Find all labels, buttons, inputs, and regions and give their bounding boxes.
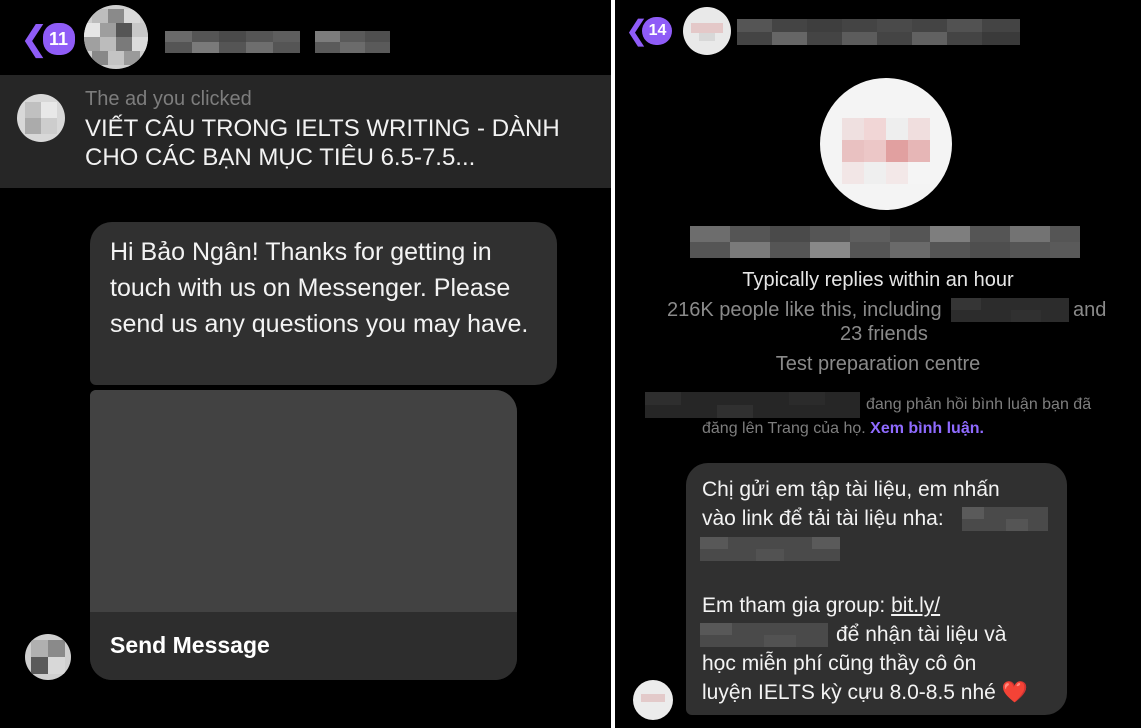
group-link[interactable]: bit.ly/	[891, 594, 940, 617]
likes-text: 216K people like this, including	[667, 299, 942, 321]
contact-avatar[interactable]	[683, 7, 731, 55]
page-message-bubble: Chị gửi em tập tài liệu, em nhấn vào lin…	[686, 463, 1067, 715]
ad-caption: The ad you clicked	[85, 88, 252, 110]
notice-text-2: đăng lên Trang của họ.	[702, 420, 866, 437]
back-button[interactable]: ❮ 11	[20, 22, 75, 56]
download-link-redacted-2[interactable]	[700, 537, 840, 561]
page-category: Test preparation centre	[775, 353, 981, 375]
likes-and: and	[1073, 299, 1107, 321]
unread-count-badge: 14	[642, 17, 673, 45]
comment-notice-text: đang phản hồi bình luận bạn đã	[866, 396, 1092, 413]
message-line-5: để nhận tài liệu và	[836, 623, 1007, 646]
message-line-6: học miễn phí cũng thầy cô ôn	[702, 652, 977, 675]
ad-avatar	[17, 94, 65, 142]
download-link-redacted[interactable]	[962, 507, 1048, 531]
likes-friends: 23 friends	[840, 323, 928, 345]
unread-count-badge: 11	[42, 23, 75, 55]
left-chat-screen: ❮ 11 The ad you clicked VIẾT CÂU TRONG I…	[0, 0, 611, 728]
sender-avatar	[25, 634, 71, 680]
contact-name-redacted	[737, 19, 1020, 45]
contact-name-redacted	[165, 31, 300, 53]
back-button[interactable]: ❮ 14	[625, 17, 673, 45]
contact-avatar[interactable]	[84, 5, 148, 69]
friend-name-redacted	[951, 298, 1069, 322]
message-line-7: luyện IELTS kỳ cựu 8.0-8.5 nhé ❤️	[702, 678, 1028, 707]
page-name-redacted	[690, 226, 1080, 258]
page-sender-avatar	[633, 680, 673, 720]
page-profile-avatar	[820, 78, 952, 210]
message-line-1: Chị gửi em tập tài liệu, em nhấn	[702, 478, 1000, 501]
message-line-7-text: luyện IELTS kỳ cựu 8.0-8.5 nhé	[702, 681, 996, 704]
message-line-2: vào link để tải tài liệu nha:	[702, 507, 944, 530]
contact-name-redacted-2	[315, 31, 390, 53]
send-message-button[interactable]: Send Message	[90, 612, 517, 680]
reply-time: Typically replies within an hour	[742, 269, 1014, 291]
view-comment-link[interactable]: Xem bình luận.	[870, 420, 984, 437]
ad-title: VIẾT CÂU TRONG IELTS WRITING - DÀNH CHO …	[85, 115, 560, 171]
message-line-4: Em tham gia group: bit.ly/	[702, 591, 940, 620]
group-link-redacted[interactable]	[700, 623, 828, 647]
message-card: Send Message	[90, 390, 517, 680]
heart-icon: ❤️	[1001, 681, 1028, 704]
greeting-message-bubble: Hi Bảo Ngân! Thanks for getting in touch…	[90, 222, 557, 385]
responder-name-redacted	[645, 392, 860, 418]
comment-notice-text-2: đăng lên Trang của họ. Xem bình luận.	[702, 420, 984, 438]
card-media-placeholder	[90, 390, 517, 612]
message-line-4-text: Em tham gia group:	[702, 594, 886, 617]
